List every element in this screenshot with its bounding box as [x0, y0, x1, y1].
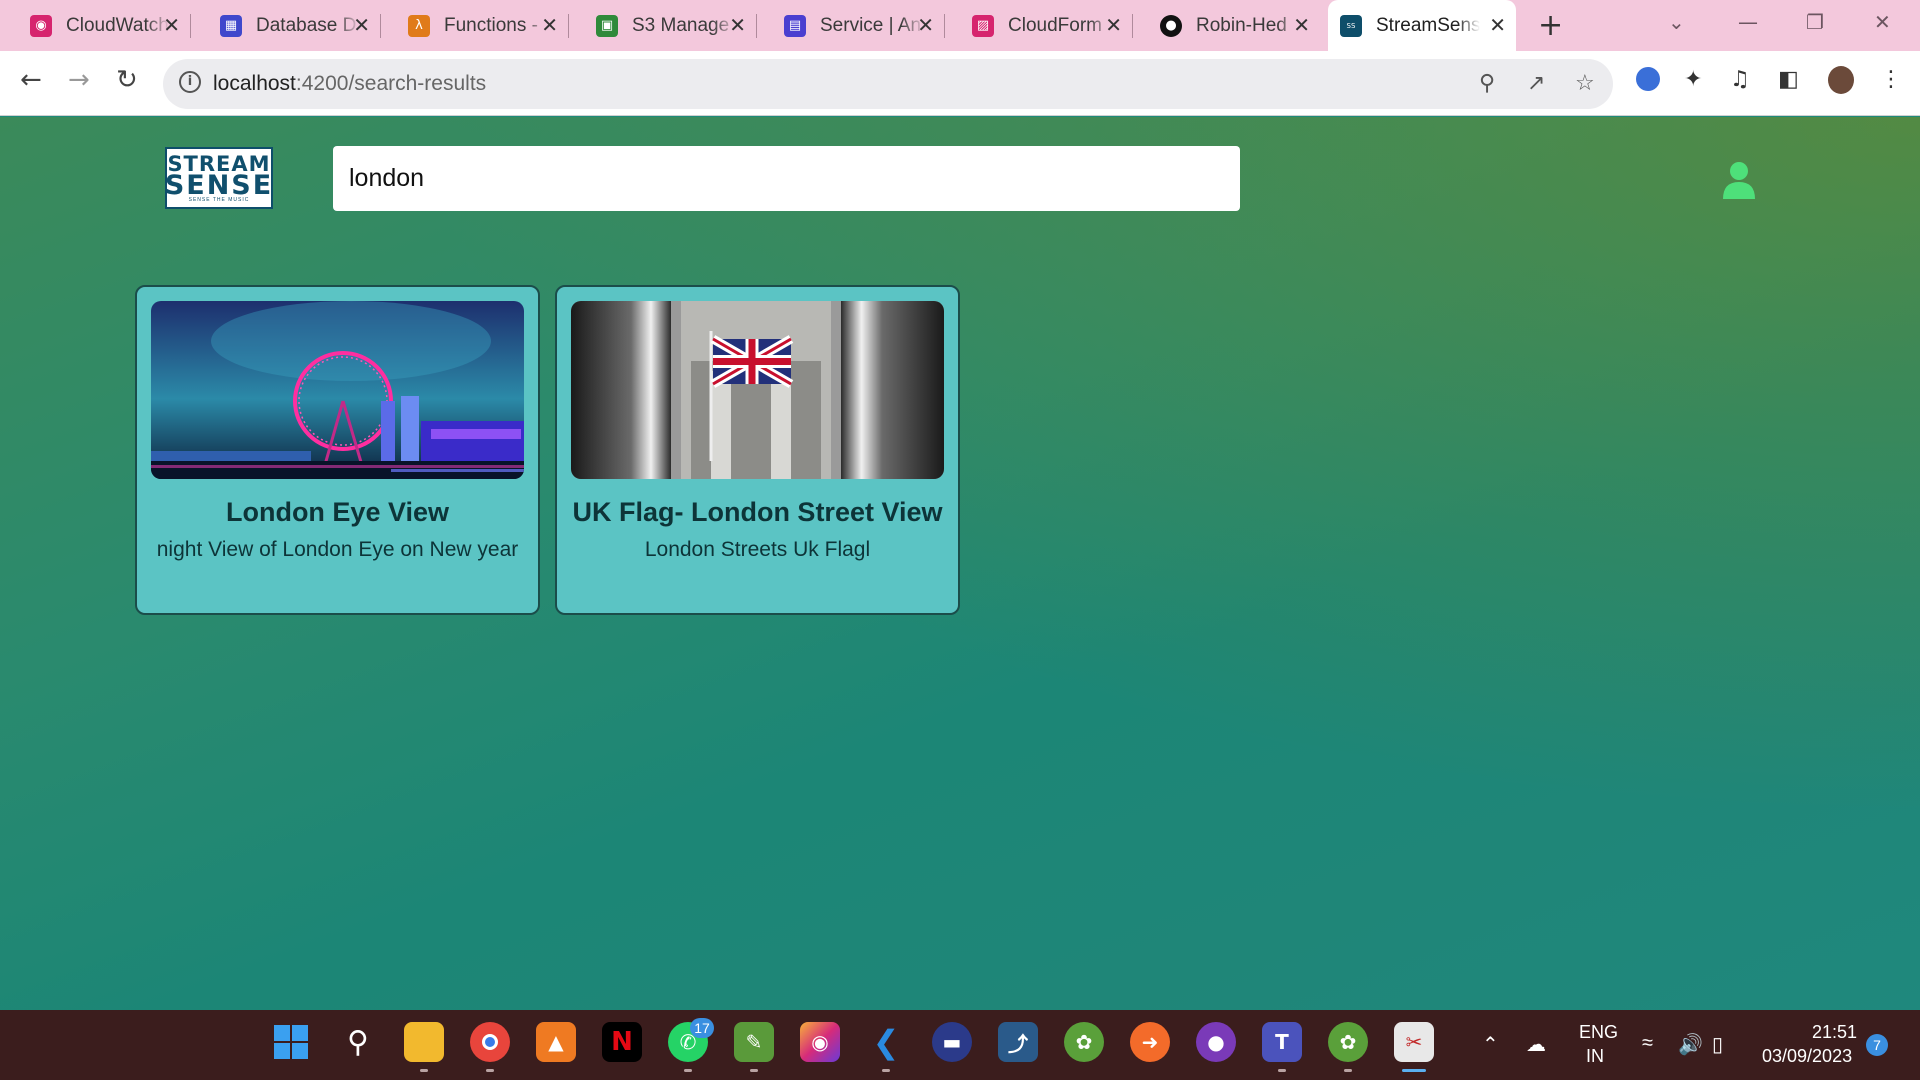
github-icon: ● [1160, 14, 1182, 37]
site-info-icon[interactable]: i [179, 71, 201, 93]
close-icon[interactable]: ✕ [729, 13, 746, 37]
address-bar[interactable]: i localhost:4200/search-results ⚲ ↗ ☆ [163, 59, 1613, 109]
volume-icon[interactable]: 🔊 [1678, 1032, 1703, 1057]
forward-icon[interactable]: → [68, 65, 90, 95]
eclipse-icon[interactable]: ▬ [932, 1022, 972, 1062]
tab-cloudwatch[interactable]: ◉ CloudWatch ✕ [18, 0, 191, 51]
wifi-icon[interactable]: ≈ [1642, 1032, 1653, 1055]
result-card[interactable]: UK Flag- London Street View London Stree… [555, 285, 960, 615]
minimize-icon[interactable]: — [1738, 10, 1758, 34]
tab-database[interactable]: ▦ Database D ✕ [208, 0, 381, 51]
tab-functions[interactable]: λ Functions - ✕ [396, 0, 569, 51]
new-tab-icon[interactable]: + [1538, 8, 1563, 43]
close-icon[interactable]: ✕ [1489, 13, 1506, 37]
tab-label: S3 Manage [632, 14, 730, 36]
snipping-tool-icon[interactable]: ✂ [1394, 1022, 1434, 1062]
london-eye-image [151, 301, 524, 479]
s3-icon: ▣ [596, 14, 618, 37]
search-input[interactable] [333, 146, 1240, 211]
tab-label: StreamSens [1376, 14, 1480, 36]
tab-label: CloudWatch [66, 14, 169, 36]
windows-taskbar: ⚲ ▲ N ✆ 17 ✎ ◉ ❮ ▬ ⤴ ✿ ➜ ● T ✿ ✂ ⌃ ☁ ENG… [0, 1010, 1920, 1080]
onedrive-icon[interactable]: ☁ [1526, 1032, 1546, 1057]
result-thumbnail[interactable] [571, 301, 944, 479]
side-panel-icon[interactable]: ◧ [1778, 67, 1799, 92]
close-window-icon[interactable]: ✕ [1874, 10, 1891, 34]
logo-text: SENSE [164, 170, 274, 201]
teams-icon[interactable]: T [1262, 1022, 1302, 1062]
user-profile-icon[interactable] [1722, 161, 1756, 199]
cloudwatch-icon: ◉ [30, 14, 52, 37]
notification-badge: 17 [690, 1018, 714, 1038]
media-icon[interactable]: ♫ [1730, 67, 1750, 92]
uk-flag-image [571, 301, 944, 479]
tab-s3[interactable]: ▣ S3 Manage ✕ [584, 0, 757, 51]
close-icon[interactable]: ✕ [541, 13, 558, 37]
result-title[interactable]: UK Flag- London Street View [557, 497, 958, 528]
cloudformation-icon: ▨ [972, 14, 994, 37]
streamsense-icon: SS [1340, 14, 1362, 37]
image-editor-icon[interactable]: ✎ [734, 1022, 774, 1062]
github-desktop-icon[interactable]: ● [1196, 1022, 1236, 1062]
app-logo[interactable]: STREAM SENSE SENSE THE MUSIC [165, 147, 273, 209]
result-description: London Streets Uk Flagl [644, 538, 871, 561]
spring-tools-icon[interactable]: ✿ [1328, 1022, 1368, 1062]
result-card[interactable]: London Eye View night View of London Eye… [135, 285, 540, 615]
tab-label: CloudForm [1008, 14, 1102, 36]
service-icon: ▤ [784, 14, 806, 37]
browser-tab-strip: ◉ CloudWatch ✕ ▦ Database D ✕ λ Function… [0, 0, 1920, 51]
instagram-icon[interactable]: ◉ [800, 1022, 840, 1062]
chevron-up-icon[interactable]: ⌃ [1482, 1032, 1499, 1057]
result-description: night View of London Eye on New year [156, 538, 519, 561]
battery-icon[interactable]: ▯ [1712, 1032, 1723, 1057]
clock-time[interactable]: 21:51 [1812, 1022, 1857, 1043]
notification-count[interactable]: 7 [1866, 1034, 1888, 1056]
close-icon[interactable]: ✕ [353, 13, 370, 37]
extension-icon[interactable] [1636, 67, 1660, 91]
language-region[interactable]: IN [1586, 1046, 1604, 1067]
tab-github[interactable]: ● Robin-Hed ✕ [1148, 0, 1320, 51]
tab-label: Database D [256, 14, 357, 36]
clock-date[interactable]: 03/09/2023 [1762, 1046, 1852, 1067]
tab-label: Robin-Hed [1196, 14, 1287, 36]
close-icon[interactable]: ✕ [917, 13, 934, 37]
profile-avatar[interactable] [1828, 66, 1854, 94]
vscode-icon[interactable]: ❮ [866, 1022, 906, 1062]
close-icon[interactable]: ✕ [1105, 13, 1122, 37]
logo-tagline: SENSE THE MUSIC [188, 197, 250, 203]
file-explorer-icon[interactable] [404, 1022, 444, 1062]
app-page: STREAM SENSE SENSE THE MUSIC london Lond… [0, 117, 1920, 1010]
netflix-icon[interactable]: N [602, 1022, 642, 1062]
menu-kebab-icon[interactable]: ⋮ [1880, 67, 1902, 92]
language-indicator[interactable]: ENG [1579, 1022, 1618, 1043]
share-icon[interactable]: ↗ [1527, 71, 1545, 96]
reload-icon[interactable]: ↻ [116, 65, 138, 95]
chrome-icon[interactable] [470, 1022, 510, 1062]
tab-cloudformation[interactable]: ▨ CloudForm ✕ [960, 0, 1133, 51]
back-icon[interactable]: ← [20, 65, 42, 95]
puzzle-icon[interactable]: ✦ [1684, 67, 1702, 92]
browser-toolbar: ← → ↻ i localhost:4200/search-results ⚲ … [0, 51, 1920, 116]
result-title[interactable]: London Eye View [137, 497, 538, 528]
spring-icon[interactable]: ✿ [1064, 1022, 1104, 1062]
search-icon[interactable]: ⚲ [338, 1022, 378, 1062]
restore-icon[interactable]: ❐ [1806, 10, 1824, 34]
tab-streamsense[interactable]: SS StreamSens ✕ [1328, 0, 1516, 51]
tab-label: Service | An [820, 14, 922, 36]
lambda-icon: λ [408, 14, 430, 37]
postman-icon[interactable]: ➜ [1130, 1022, 1170, 1062]
bookmark-star-icon[interactable]: ☆ [1575, 71, 1595, 96]
start-icon[interactable] [271, 1022, 311, 1062]
tab-label: Functions - [444, 14, 538, 36]
result-thumbnail[interactable] [151, 301, 524, 479]
url-text[interactable]: localhost:4200/search-results [213, 72, 486, 96]
mysql-icon[interactable]: ⤴ [998, 1022, 1038, 1062]
close-icon[interactable]: ✕ [163, 13, 180, 37]
key-icon[interactable]: ⚲ [1479, 71, 1495, 96]
close-icon[interactable]: ✕ [1293, 13, 1310, 37]
database-icon: ▦ [220, 14, 242, 37]
tab-search-icon[interactable]: ⌄ [1668, 10, 1685, 34]
tab-service[interactable]: ▤ Service | An ✕ [772, 0, 945, 51]
app-icon[interactable]: ▲ [536, 1022, 576, 1062]
